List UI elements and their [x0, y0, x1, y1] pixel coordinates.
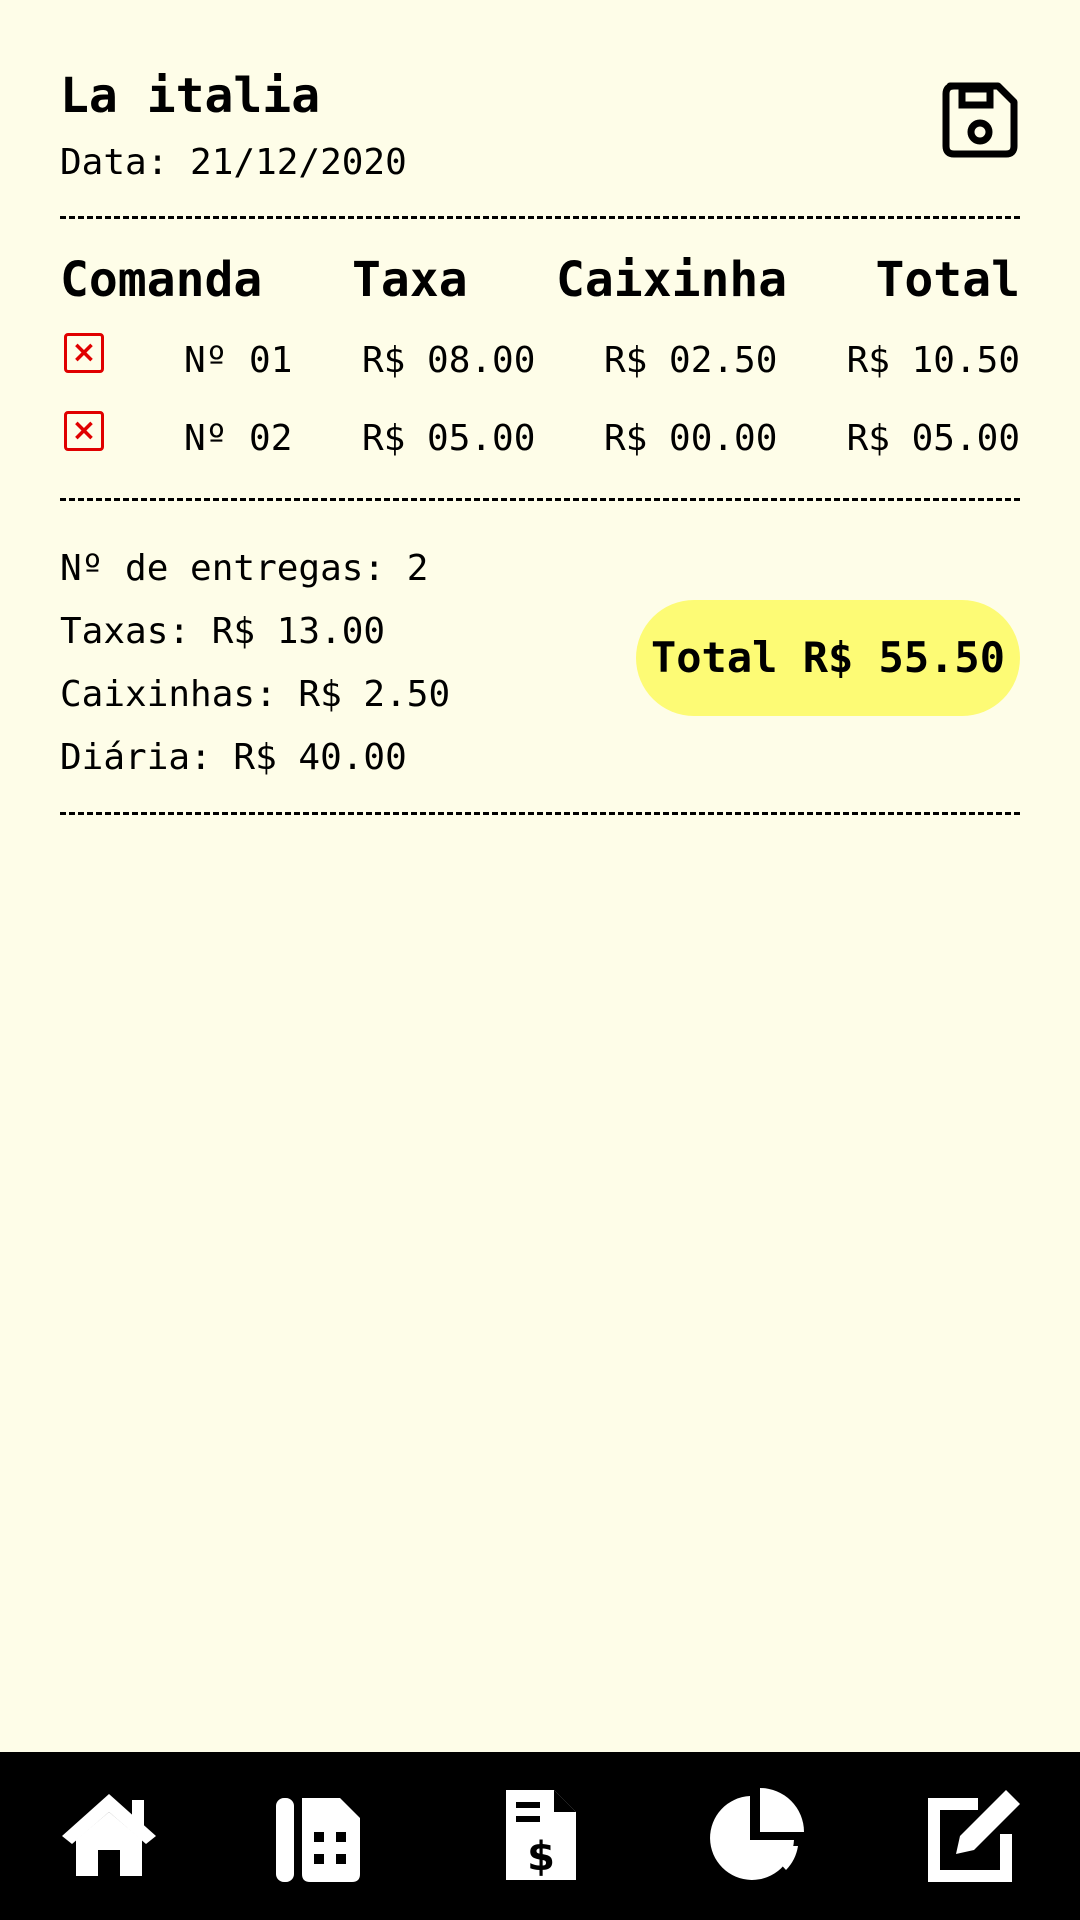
bottom-nav: $: [0, 1752, 1080, 1920]
save-button[interactable]: [940, 80, 1020, 160]
table-row: × Nº 01 R$ 08.00 R$ 02.50 R$ 10.50: [60, 330, 1020, 390]
total-badge: Total R$ 55.50: [636, 600, 1020, 716]
divider: [60, 216, 1020, 219]
column-caixinha: Caixinha: [556, 252, 788, 308]
close-box-icon: ×: [71, 413, 97, 448]
cell-taxa: R$ 05.00: [362, 418, 536, 459]
delete-row-button[interactable]: ×: [64, 411, 104, 451]
diaria-value: Diária: R$ 40.00: [60, 737, 407, 778]
svg-text:$: $: [527, 1834, 555, 1880]
cell-total: R$ 10.50: [846, 340, 1020, 381]
close-box-icon: ×: [71, 335, 97, 370]
cell-caixinha: R$ 00.00: [604, 418, 778, 459]
home-icon: [62, 1794, 156, 1876]
summary: Nº de entregas: 2 Taxas: R$ 13.00 Caixin…: [60, 548, 450, 800]
table-header: Comanda Taxa Caixinha Total: [60, 252, 1020, 312]
taxas-sum: Taxas: R$ 13.00: [60, 611, 386, 652]
cell-comanda: Nº 01: [184, 340, 293, 381]
delete-row-button[interactable]: ×: [64, 333, 104, 373]
nav-calculator-button[interactable]: [270, 1780, 380, 1890]
nav-home-button[interactable]: [54, 1780, 164, 1890]
floppy-disk-icon: [942, 82, 1018, 158]
divider: [60, 498, 1020, 501]
cell-caixinha: R$ 02.50: [604, 340, 778, 381]
table-row: × Nº 02 R$ 05.00 R$ 00.00 R$ 05.00: [60, 408, 1020, 468]
nav-invoice-button[interactable]: $: [486, 1780, 596, 1890]
header: La italia Data: 21/12/2020: [60, 60, 1020, 200]
nav-edit-button[interactable]: [918, 1780, 1028, 1890]
divider: [60, 812, 1020, 815]
pie-chart-icon: [710, 1788, 804, 1880]
date-label: Data: 21/12/2020: [60, 142, 407, 183]
calculator-icon: [276, 1798, 360, 1882]
cell-comanda: Nº 02: [184, 418, 293, 459]
cell-taxa: R$ 08.00: [362, 340, 536, 381]
cell-total: R$ 05.00: [846, 418, 1020, 459]
page-title: La italia: [60, 68, 321, 124]
invoice-icon: $: [506, 1790, 576, 1880]
caixinhas-sum: Caixinhas: R$ 2.50: [60, 674, 451, 715]
nav-stats-button[interactable]: [702, 1780, 812, 1890]
column-taxa: Taxa: [352, 252, 468, 308]
column-comanda: Comanda: [60, 252, 263, 308]
edit-icon: [928, 1790, 1020, 1882]
column-total: Total: [875, 252, 1021, 308]
entregas-count: Nº de entregas: 2: [60, 548, 429, 589]
